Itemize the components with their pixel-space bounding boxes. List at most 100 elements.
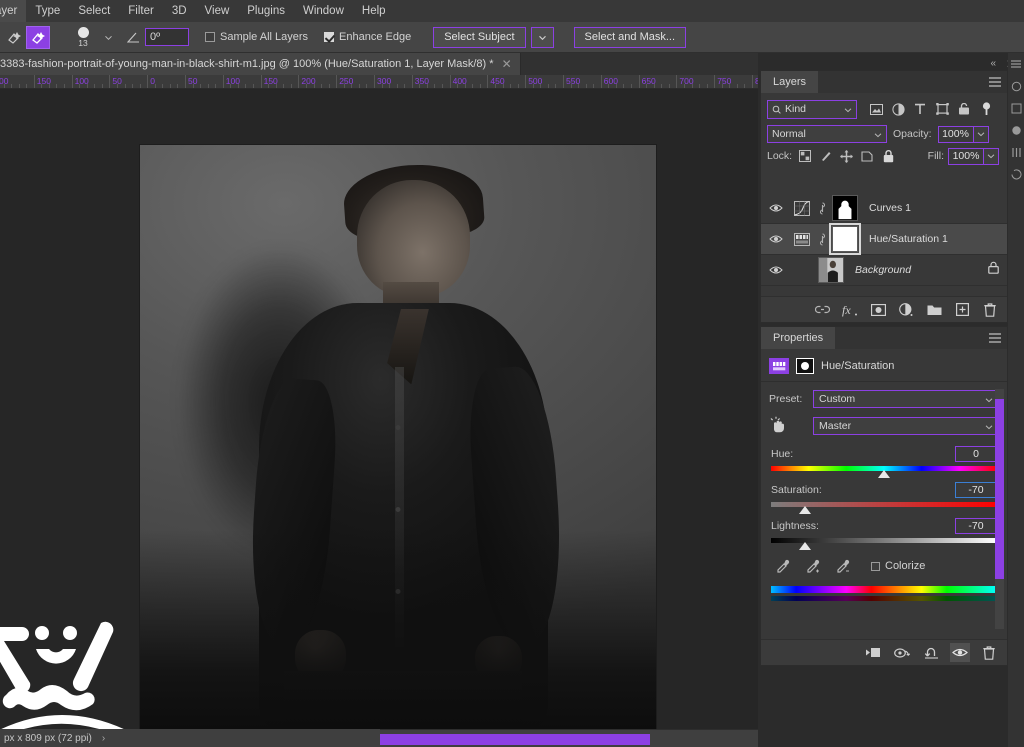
blend-mode-select[interactable]: Normal (767, 125, 887, 143)
new-group-icon[interactable] (925, 301, 943, 319)
menu-item-type[interactable]: Type (26, 0, 69, 22)
eyedropper-subtract-icon[interactable] (835, 558, 851, 574)
table-row[interactable]: Curves 1 (761, 193, 1007, 224)
canvas-area[interactable] (0, 89, 758, 729)
layers-panel-menu-icon[interactable] (989, 77, 1001, 87)
opacity-chevron-down-icon[interactable] (973, 125, 989, 143)
toggle-layer-visibility-icon[interactable] (950, 643, 970, 662)
quick-selection-add-icon[interactable] (26, 25, 50, 49)
properties-scrollbar[interactable] (995, 389, 1004, 629)
dock-history-icon[interactable] (1008, 163, 1024, 185)
chevron-down-icon[interactable] (844, 106, 852, 114)
saturation-value-input[interactable]: -70 (955, 482, 997, 498)
layer-visibility-toggle-eye-icon[interactable] (765, 260, 787, 280)
add-layer-style-fx-icon[interactable]: fx (841, 301, 859, 319)
enhance-edge-checkbox[interactable] (324, 32, 335, 42)
fill-chevron-down-icon[interactable] (984, 147, 999, 165)
opacity-value[interactable]: 100% (937, 125, 974, 143)
lock-all-icon[interactable] (880, 148, 897, 164)
layer-thumbnail[interactable] (818, 257, 844, 283)
sample-all-layers-checkbox[interactable] (205, 32, 215, 42)
hue-slider-track[interactable] (771, 466, 997, 478)
image-filter-icon[interactable] (865, 99, 887, 119)
menu-item-help[interactable]: Help (353, 0, 395, 22)
menu-item-layer[interactable]: ayer (0, 0, 27, 22)
layer-name[interactable]: Hue/Saturation 1 (869, 233, 948, 245)
layer-mask-link-icon[interactable] (817, 230, 827, 248)
document-tab[interactable]: 3383-fashion-portrait-of-young-man-in-bl… (0, 53, 521, 75)
colorize-checkbox[interactable] (871, 561, 880, 571)
color-range-bar-top[interactable] (771, 586, 997, 593)
menu-item-plugins[interactable]: Plugins (238, 0, 294, 22)
new-layer-icon[interactable] (953, 301, 971, 319)
properties-panel-menu-icon[interactable] (989, 333, 1001, 343)
menu-item-view[interactable]: View (196, 0, 239, 22)
channel-select[interactable]: Master (813, 417, 999, 435)
select-subject-button[interactable]: Select Subject (433, 26, 526, 48)
delete-layer-icon[interactable] (981, 301, 999, 319)
table-row[interactable]: Background (761, 255, 1007, 286)
hue-value-input[interactable]: 0 (955, 446, 997, 462)
dock-swatches-icon[interactable] (1008, 97, 1024, 119)
select-subject-chevron-down-icon[interactable] (530, 26, 554, 48)
close-icon[interactable]: ✕ (502, 58, 512, 70)
dock-adjustments-icon[interactable] (1008, 119, 1024, 141)
layer-mask-link-icon[interactable] (817, 199, 827, 217)
angle-input[interactable]: 0º (145, 28, 189, 46)
color-range-bar-bottom[interactable] (771, 596, 997, 601)
lightness-slider-track[interactable] (771, 538, 997, 550)
saturation-slider-track[interactable] (771, 502, 997, 514)
dock-libraries-icon[interactable] (1008, 141, 1024, 163)
eyedropper-icon[interactable] (775, 558, 791, 574)
properties-scrollbar-thumb[interactable] (995, 399, 1004, 579)
fill-value[interactable]: 100% (948, 147, 984, 165)
dock-panel-menu-icon[interactable] (1008, 53, 1024, 75)
tab-properties[interactable]: Properties (761, 327, 836, 349)
delete-adjustment-icon[interactable] (979, 643, 999, 662)
menu-item-window[interactable]: Window (294, 0, 353, 22)
new-adjustment-layer-icon[interactable] (897, 301, 915, 319)
filter-toggle-icon[interactable] (975, 99, 997, 119)
smart-object-filter-icon[interactable] (953, 99, 975, 119)
menu-item-3d[interactable]: 3D (163, 0, 196, 22)
adjustment-filter-icon[interactable] (887, 99, 909, 119)
layer-mask-thumbnail-small[interactable] (796, 358, 814, 374)
brush-preset-chevron-down-icon[interactable] (104, 33, 113, 42)
eyedropper-add-icon[interactable] (805, 558, 821, 574)
layer-visibility-toggle-eye-icon[interactable] (765, 198, 787, 218)
view-previous-state-icon[interactable] (892, 643, 912, 662)
on-image-adjustment-hand-icon[interactable] (769, 416, 807, 436)
tab-layers[interactable]: Layers (761, 71, 819, 93)
lightness-value-input[interactable]: -70 (955, 518, 997, 534)
layer-mask-thumbnail[interactable] (832, 195, 858, 221)
reset-icon[interactable] (921, 643, 941, 662)
select-and-mask-button[interactable]: Select and Mask... (573, 26, 687, 48)
lock-artboard-icon[interactable] (859, 148, 876, 164)
clip-to-layer-icon[interactable] (863, 643, 883, 662)
horizontal-scrollbar-thumb[interactable] (380, 734, 650, 745)
enhance-edge-row[interactable]: Enhance Edge (324, 31, 411, 43)
menu-item-filter[interactable]: Filter (119, 0, 163, 22)
lock-transparent-pixels-icon[interactable] (796, 148, 813, 164)
link-layers-icon[interactable] (813, 301, 831, 319)
layer-name[interactable]: Background (855, 264, 911, 276)
quick-selection-new-icon[interactable] (2, 26, 26, 49)
horizontal-ruler[interactable]: 0015010050050100150200250300350400450500… (0, 75, 758, 89)
shape-filter-icon[interactable] (931, 99, 953, 119)
artboard[interactable] (140, 145, 656, 729)
menu-item-select[interactable]: Select (69, 0, 119, 22)
add-layer-mask-icon[interactable] (869, 301, 887, 319)
hue-slider-thumb[interactable] (878, 470, 890, 478)
sample-all-layers-row[interactable]: Sample All Layers (205, 31, 308, 43)
layer-name[interactable]: Curves 1 (869, 202, 911, 214)
lock-position-icon[interactable] (838, 148, 855, 164)
layer-mask-thumbnail[interactable] (829, 223, 861, 255)
layer-filter-kind-select[interactable]: Kind (767, 99, 857, 119)
dock-color-icon[interactable] (1008, 75, 1024, 97)
panel-collapse-button[interactable]: « (990, 58, 996, 69)
status-chevron-right-icon[interactable]: › (102, 733, 105, 744)
table-row[interactable]: Hue/Saturation 1 (761, 223, 1007, 255)
chevron-down-icon[interactable] (874, 131, 882, 139)
preset-select[interactable]: Custom (813, 390, 999, 408)
chevron-down-icon[interactable] (985, 423, 993, 431)
